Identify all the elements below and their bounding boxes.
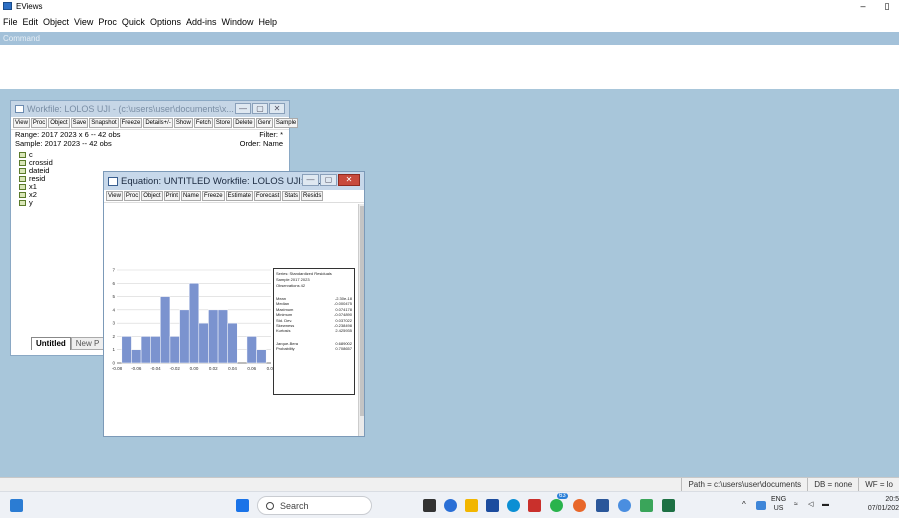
volume-icon[interactable]: ◁ xyxy=(808,500,813,509)
x-tick-label: 0.06 xyxy=(247,366,256,371)
language-indicator[interactable]: ENG US xyxy=(771,495,786,513)
search-placeholder: Search xyxy=(280,500,309,511)
histogram-bar xyxy=(217,309,228,364)
descriptive-stats-box: Series: Standardized Residuals Sample 20… xyxy=(273,268,355,395)
x-tick-label: -0.02 xyxy=(170,366,181,371)
wifi-icon[interactable]: ≈ xyxy=(794,500,798,509)
residual-histogram-chart: -0.08 -0.06 -0.04 -0.02 0.00 0.02 0.04 0.06 0.08… xyxy=(112,268,276,372)
store-icon[interactable] xyxy=(486,499,499,512)
x-tick-label: 0.00 xyxy=(190,366,199,371)
file-explorer-icon[interactable] xyxy=(465,499,478,512)
y-tick-label: 3 xyxy=(112,321,115,326)
firefox-icon[interactable] xyxy=(573,499,586,512)
excel-icon[interactable] xyxy=(662,499,675,512)
histogram-bar xyxy=(121,336,132,364)
histogram-bar xyxy=(169,336,180,364)
battery-icon[interactable]: ▬ xyxy=(822,500,829,509)
x-tick-labels: -0.08 -0.06 -0.04 -0.02 0.00 0.02 0.04 0.06 0.08 xyxy=(112,366,276,371)
y-tick-label: 1 xyxy=(112,347,115,352)
windows-taskbar: Search 63 ^ ENG US ≈ ◁ ▬ 20:5 07/01/202 xyxy=(0,491,899,518)
x-tick-label: -0.04 xyxy=(150,366,161,371)
x-tick-label: 0.04 xyxy=(228,366,237,371)
whatsapp-icon[interactable] xyxy=(550,499,563,512)
histogram-bar xyxy=(150,336,161,364)
x-tick-label: -0.06 xyxy=(131,366,142,371)
histogram-bar xyxy=(208,309,219,364)
x-tick-label: -0.08 xyxy=(112,366,123,371)
word-icon[interactable] xyxy=(596,499,609,512)
y-tick-label: 5 xyxy=(112,294,115,299)
tray-app-icon[interactable] xyxy=(756,501,766,510)
histogram-bar xyxy=(160,296,171,364)
histogram-bar xyxy=(140,336,151,364)
x-tick-label: 0.02 xyxy=(209,366,218,371)
histogram-bar xyxy=(188,283,200,364)
whatsapp-badge: 63 xyxy=(557,493,568,499)
chart-app-icon[interactable] xyxy=(640,499,653,512)
app-icon[interactable] xyxy=(528,499,541,512)
tray-chevron-icon[interactable]: ^ xyxy=(742,500,746,509)
histogram-bar xyxy=(131,349,142,364)
task-view-icon[interactable] xyxy=(423,499,436,512)
y-tick-label: 4 xyxy=(112,307,115,312)
histogram-bar xyxy=(198,322,209,364)
widgets-icon[interactable] xyxy=(10,499,23,512)
status-path[interactable]: Path = c:\users\user\documents xyxy=(681,477,807,492)
y-tick-label: 6 xyxy=(112,281,115,286)
windows-start-icon[interactable] xyxy=(236,499,249,512)
histogram-bar xyxy=(256,349,267,364)
status-bar: Path = c:\users\user\documents DB = none… xyxy=(0,477,899,492)
y-tick-label: 7 xyxy=(112,268,115,273)
y-tick-label: 2 xyxy=(112,334,115,339)
stat-row-probability: Probability 0.708657 xyxy=(276,346,352,352)
y-tick-labels: 0 1 2 3 4 5 6 7 xyxy=(112,268,115,366)
edge-browser-icon[interactable] xyxy=(507,499,520,512)
histogram-bar xyxy=(179,309,190,364)
taskbar-search-input[interactable]: Search xyxy=(257,496,372,515)
y-tick-label: 0 xyxy=(112,361,115,366)
chrome-icon[interactable] xyxy=(618,499,631,512)
status-wf[interactable]: WF = lo xyxy=(858,477,899,492)
histogram-bar xyxy=(246,336,257,364)
status-db[interactable]: DB = none xyxy=(807,477,858,492)
search-icon xyxy=(266,501,274,510)
histogram-bar xyxy=(227,322,238,364)
chat-icon[interactable] xyxy=(444,499,457,512)
clock[interactable]: 20:5 07/01/202 xyxy=(846,495,899,513)
